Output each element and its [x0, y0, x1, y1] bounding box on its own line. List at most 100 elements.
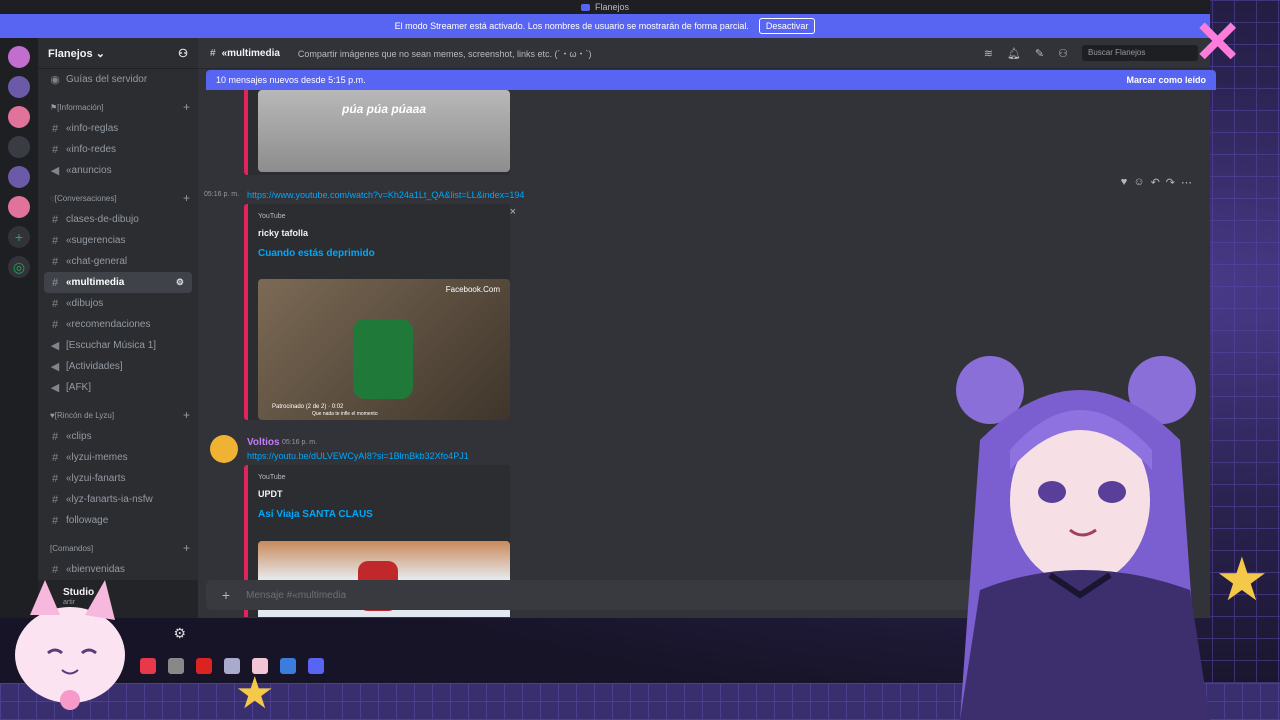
video-thumbnail[interactable]: púa púa púaaa [258, 90, 510, 172]
voice-channel-item[interactable]: ◀ [Escuchar Música 1] [38, 335, 198, 356]
hash-icon: # [51, 514, 59, 527]
channel-item[interactable]: ◀ «anuncios [38, 160, 198, 181]
category-header[interactable]: [Comandos] + [38, 537, 198, 559]
members-icon[interactable]: ⚇ [1058, 47, 1068, 60]
category-header[interactable]: ◌ [Conversaciones] + [38, 187, 198, 209]
threads-icon[interactable]: ≋ [984, 47, 993, 60]
channel-item[interactable]: # «lyzui-fanarts [38, 468, 198, 489]
message-username[interactable]: Voltios [247, 437, 280, 448]
pin-icon[interactable]: ✎ [1035, 47, 1044, 60]
streamer-mode-banner: El modo Streamer está activado. Los nomb… [0, 14, 1210, 38]
message-composer[interactable]: + Mensaje #«multimedia [206, 580, 986, 610]
add-channel-icon[interactable]: + [183, 191, 190, 205]
heart-reaction-icon[interactable]: ♥ [1121, 176, 1128, 189]
server-guide-link[interactable]: ◉ Guías del servidor [38, 69, 198, 90]
embed-author[interactable]: UPDT [258, 489, 510, 499]
video-thumbnail[interactable]: Facebook.Com Patrocinado (2 de 2) · 0:02… [258, 279, 510, 420]
embed-card: YouTube ricky tafolla Cuando estás depri… [244, 204, 516, 420]
add-channel-icon[interactable]: + [183, 100, 190, 114]
voice-channel-item[interactable]: ◀ [AFK] [38, 377, 198, 398]
hash-icon: # [51, 234, 59, 247]
channel-item[interactable]: # «info-reglas [38, 118, 198, 139]
plus-icon[interactable]: + [216, 587, 236, 603]
message-link[interactable]: https://www.youtube.com/watch?v=Kh24a1Lt… [247, 190, 524, 200]
hash-icon: # [51, 213, 59, 226]
server-list: + ◎ [0, 38, 38, 618]
star-decoration-icon: ★ [1215, 546, 1269, 613]
channel-item[interactable]: # «sugerencias [38, 230, 198, 251]
category-header[interactable]: ⚑ [Información] + [38, 96, 198, 118]
channel-item[interactable]: # clases-de-dibujo [38, 209, 198, 230]
thumbnail-caption: púa púa púaaa [341, 102, 427, 116]
category-header[interactable]: ♥ [Rincón de Lyzu] + [38, 404, 198, 426]
discord-icon[interactable] [308, 658, 324, 674]
channel-item[interactable]: # followage [38, 510, 198, 531]
thumbnail-caption: Patrocinado (2 de 2) · 0:02 [272, 404, 344, 410]
server-icon[interactable] [8, 196, 30, 218]
search-input[interactable]: Buscar Flanejos [1082, 45, 1198, 61]
channel-item[interactable]: # «dibujos [38, 293, 198, 314]
streamer-banner-text: El modo Streamer está activado. Los nomb… [394, 21, 749, 31]
channel-topic: Compartir imágenes que no sean memes, sc… [297, 48, 592, 59]
avatar[interactable] [210, 435, 238, 463]
server-icon[interactable] [8, 106, 30, 128]
server-icon[interactable] [8, 76, 30, 98]
bell-icon[interactable]: 🔔︎ [1007, 47, 1021, 60]
server-icon[interactable] [8, 46, 30, 68]
emoji-icon[interactable]: ☺ [1133, 176, 1144, 189]
server-icon[interactable] [8, 136, 30, 158]
add-server-icon[interactable]: + [8, 226, 30, 248]
category-label: [Rincón de Lyzu] [54, 410, 115, 420]
channel-title: «multimedia [221, 47, 280, 59]
channel-label: «sugerencias [66, 235, 126, 246]
new-messages-bar[interactable]: 10 mensajes nuevos desde 5:15 p.m. Marca… [206, 70, 1216, 90]
opera-icon[interactable] [196, 658, 212, 674]
hash-icon: # [51, 472, 59, 485]
reply-icon[interactable]: ↶ [1151, 176, 1160, 189]
close-icon[interactable]: × [510, 206, 516, 218]
add-channel-icon[interactable]: + [183, 541, 190, 555]
message-link[interactable]: https://youtu.be/dULVEWCyAI8?si=1BlmBkb3… [247, 451, 469, 461]
explore-servers-icon[interactable]: ◎ [8, 256, 30, 278]
guide-icon: ◉ [50, 74, 60, 86]
channel-item[interactable]: # «clips [38, 426, 198, 447]
mascot-sticker [15, 580, 125, 710]
guild-header[interactable]: Flanejos ⌄ ⚇ [38, 38, 198, 69]
embed-author[interactable]: ricky tafolla [258, 228, 510, 238]
channel-label: [Escuchar Música 1] [66, 340, 157, 351]
message-actions-bar: ♥ ☺ ↶ ↷ ⋯ [1121, 176, 1192, 189]
voice-channel-item[interactable]: ◀ [Actividades] [38, 356, 198, 377]
hash-icon: # [51, 318, 59, 331]
channel-item[interactable]: # «lyzui-memes [38, 447, 198, 468]
embed-card: púa púa púaaa [244, 90, 510, 175]
channel-item[interactable]: # «recomendaciones [38, 314, 198, 335]
channel-label: «bienvenidas [66, 564, 125, 575]
embed-title[interactable]: Cuando estás deprimido [258, 248, 510, 259]
channel-label: [Actividades] [66, 361, 123, 372]
more-icon[interactable]: ⋯ [1181, 176, 1192, 189]
embed-provider: YouTube [258, 474, 286, 481]
obs-icon[interactable] [168, 658, 184, 674]
gear-icon[interactable]: ⚙ [173, 625, 186, 642]
embed-title[interactable]: Así Viaja SANTA CLAUS [258, 509, 510, 520]
add-channel-icon[interactable]: + [183, 408, 190, 422]
channel-label: «clips [66, 431, 92, 442]
channel-settings-icon[interactable]: ⚙ [176, 277, 184, 288]
app-icon[interactable] [280, 658, 296, 674]
channel-item-active[interactable]: # «multimedia ⚙ [44, 272, 192, 293]
hash-icon: # [210, 47, 216, 59]
channel-item[interactable]: # «chat-general [38, 251, 198, 272]
channel-item[interactable]: # «lyz-fanarts-ia-nsfw [38, 489, 198, 510]
server-icon[interactable] [8, 166, 30, 188]
channel-item[interactable]: # «info-redes [38, 139, 198, 160]
mark-as-read-button[interactable]: Marcar como leído [1126, 75, 1206, 85]
hash-icon: # [51, 451, 59, 464]
window-titlebar: Flanejos [0, 0, 1210, 14]
category-label: [Información] [57, 102, 104, 112]
add-member-icon[interactable]: ⚇ [178, 47, 188, 60]
thumbnail-subcaption: Que nada te infle el momento [312, 411, 378, 417]
forward-icon[interactable]: ↷ [1166, 176, 1175, 189]
disable-streamer-button[interactable]: Desactivar [758, 18, 816, 34]
channel-label: «lyz-fanarts-ia-nsfw [66, 494, 153, 505]
composer-placeholder: Mensaje #«multimedia [246, 589, 347, 601]
